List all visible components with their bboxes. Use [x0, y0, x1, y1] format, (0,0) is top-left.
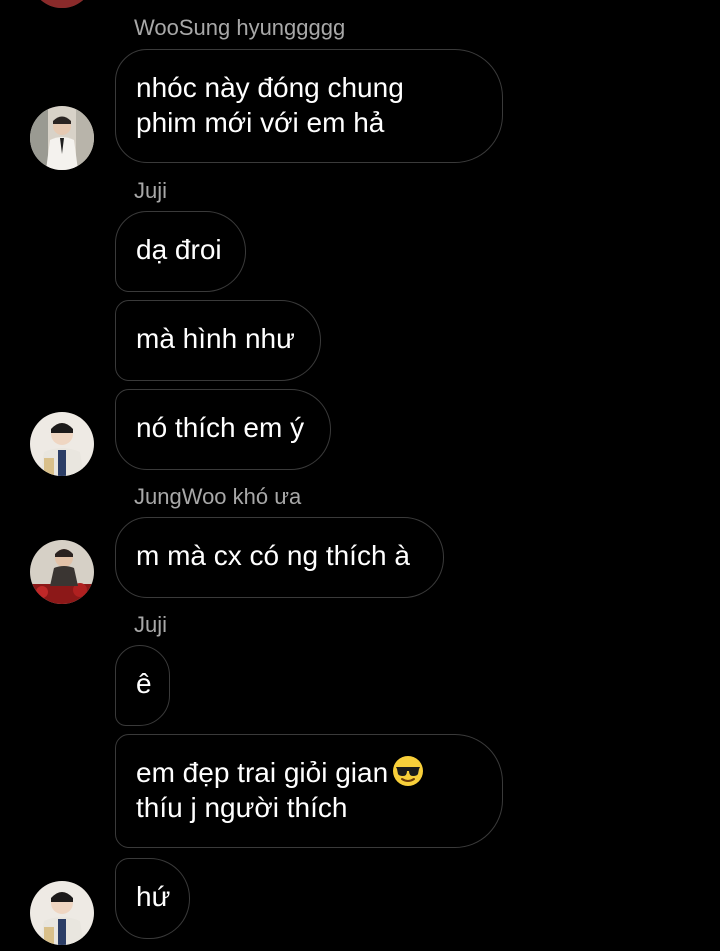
message-bubble[interactable]: nó thích em ý: [115, 389, 331, 470]
message-text: m mà cx có ng thích à: [136, 540, 410, 571]
message-text: mà hình như: [136, 323, 295, 354]
message-text: dạ đroi: [136, 234, 222, 265]
sunglasses-emoji-icon: [393, 756, 424, 786]
message-text: nhóc này đóng chung: [136, 72, 404, 103]
avatar-juji[interactable]: [30, 412, 94, 476]
avatar-juji[interactable]: [30, 881, 94, 945]
sender-name: WooSung hyunggggg: [134, 15, 346, 40]
message-text: nó thích em ý: [136, 412, 305, 443]
message-bubble[interactable]: m mà cx có ng thích à: [115, 517, 444, 598]
sender-name: JungWoo khó ưa: [134, 484, 302, 509]
message-text: thíu j người thích: [136, 792, 348, 823]
message-bubble[interactable]: dạ đroi: [115, 211, 246, 292]
message-bubble[interactable]: nhóc này đóng chung phim mới với em hả: [115, 49, 503, 163]
message-bubble[interactable]: hứ: [115, 858, 190, 939]
sender-name: Juji: [134, 178, 168, 203]
message-text: phim mới với em hả: [136, 107, 385, 138]
message-bubble[interactable]: mà hình như: [115, 300, 321, 381]
avatar-previous[interactable]: [30, 0, 94, 8]
message-text: ê: [136, 668, 152, 699]
message-text: em đẹp trai giỏi gian: [136, 757, 389, 788]
avatar-jungwoo[interactable]: [30, 540, 94, 604]
message-text: hứ: [136, 881, 171, 912]
sender-name: Juji: [134, 612, 168, 637]
avatar-woosung[interactable]: [30, 106, 94, 170]
message-bubble[interactable]: ê: [115, 645, 170, 726]
message-bubble[interactable]: em đẹp trai giỏi gian thíu j người thích: [115, 734, 503, 848]
